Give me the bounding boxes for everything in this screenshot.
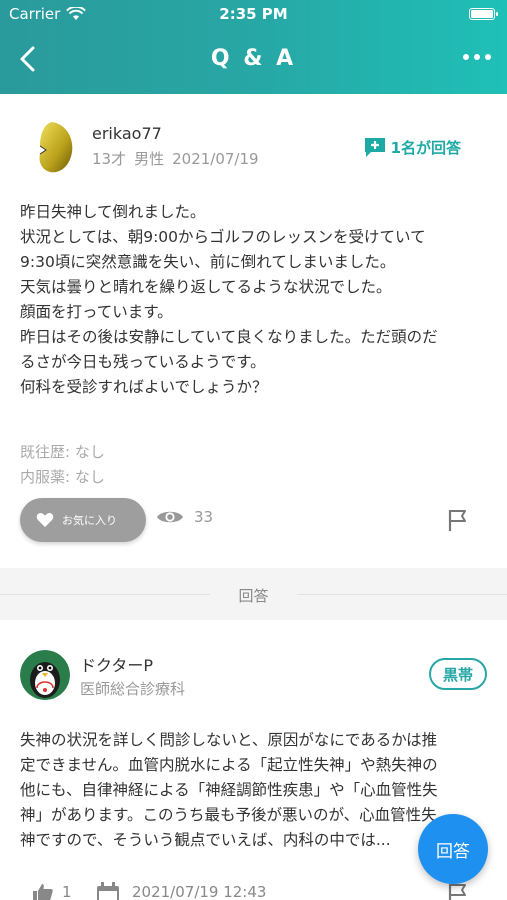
answer-divider: 回答 (0, 568, 507, 620)
question-card: erikao77 13才 男性 2021/07/19 1名が回答 昨日失神して倒れま… (0, 94, 507, 568)
answer-fab-button[interactable]: 回答 (418, 814, 488, 884)
eye-icon (157, 511, 183, 523)
answer-count-label: 1名が回答 (390, 138, 461, 157)
like-count: 1 (62, 883, 72, 900)
answer-date: 2021/07/19 12:43 (132, 883, 267, 900)
question-body-line: 天気は曇りと晴れを繰り返してるような状況でした。 (20, 278, 392, 296)
medical-history: 既往歴: なし 内服薬: なし (20, 440, 105, 490)
question-age: 13才 (92, 150, 127, 168)
user-avatar[interactable] (32, 118, 78, 176)
answer-body-line: 定できません。血管内脱水による「起立性失神」や熱失神の (20, 756, 438, 774)
question-body-line: 昨日失神して倒れました。 (20, 203, 206, 221)
more-icon[interactable] (463, 54, 491, 62)
doctor-name[interactable]: ドクターP (80, 652, 153, 676)
calendar-icon (97, 882, 119, 900)
divider-label: 回答 (238, 587, 269, 605)
doctor-avatar[interactable] (20, 650, 70, 700)
question-body-line: 顔面を打っています。 (20, 303, 173, 321)
flag-icon[interactable] (447, 508, 469, 532)
answer-body: 失神の状況を詳しく問診しないと、原因がなにであるかは推 定できません。血管内脱水… (20, 728, 490, 853)
view-count-value: 33 (194, 508, 214, 526)
answer-footer: 1 2021/07/19 12:43 (0, 882, 507, 900)
answer-count-badge: 1名が回答 (363, 136, 461, 158)
question-body-line: 何科を受診すればよいでしょうか？ (20, 378, 268, 396)
status-time: 2:35 PM (219, 5, 288, 23)
app-header: Carrier 2:35 PM Q & A (0, 0, 507, 94)
page-title: Q & A (210, 46, 297, 71)
divider-line (297, 594, 507, 595)
question-body-line: 状況としては、朝9:00からゴルフのレッスンを受けていて (20, 228, 426, 246)
answer-body-line: 神」があります。このうち最も予後が悪いのが、心血管性失 (20, 806, 437, 824)
medication: 内服薬: なし (20, 468, 105, 486)
question-body-line: 9:30頃に突然意識を失い、前に倒れてしまいました。 (20, 253, 396, 271)
question-body-line: 昨日はその後は安静にしていて良くなりました。ただ頭のだ (20, 328, 438, 346)
doctor-department: 医師総合診療科 (80, 680, 186, 698)
status-bar: Carrier 2:35 PM (0, 0, 507, 30)
answer-body-line: 他にも、自律神経による「神経調節性疾患」や「心血管性失 (20, 781, 438, 799)
answer-body-line: 失神の状況を詳しく問診しないと、原因がなにであるかは推 (20, 731, 438, 749)
question-body: 昨日失神して倒れました。 状況としては、朝9:00からゴルフのレッスンを受けてい… (20, 200, 490, 400)
rank-badge: 黒帯 (429, 658, 487, 690)
question-meta: 13才 男性 2021/07/19 (92, 148, 259, 169)
question-date: 2021/07/19 (172, 150, 259, 168)
question-body-line: るさが今日も残っているようです。 (20, 353, 266, 371)
favorite-button[interactable]: お気に入り (20, 498, 146, 542)
view-count: 33 (156, 508, 213, 526)
past-history: 既往歴: なし (20, 443, 105, 461)
question-username[interactable]: erikao77 (92, 124, 162, 143)
favorite-label: お気に入り (62, 514, 117, 527)
question-gender: 男性 (134, 150, 165, 168)
navigation-bar: Q & A (0, 40, 507, 80)
battery-icon (469, 8, 498, 20)
heart-icon (36, 513, 54, 527)
add-comment-icon (364, 138, 385, 157)
flag-icon[interactable] (447, 882, 469, 900)
like-icon[interactable] (32, 882, 54, 900)
